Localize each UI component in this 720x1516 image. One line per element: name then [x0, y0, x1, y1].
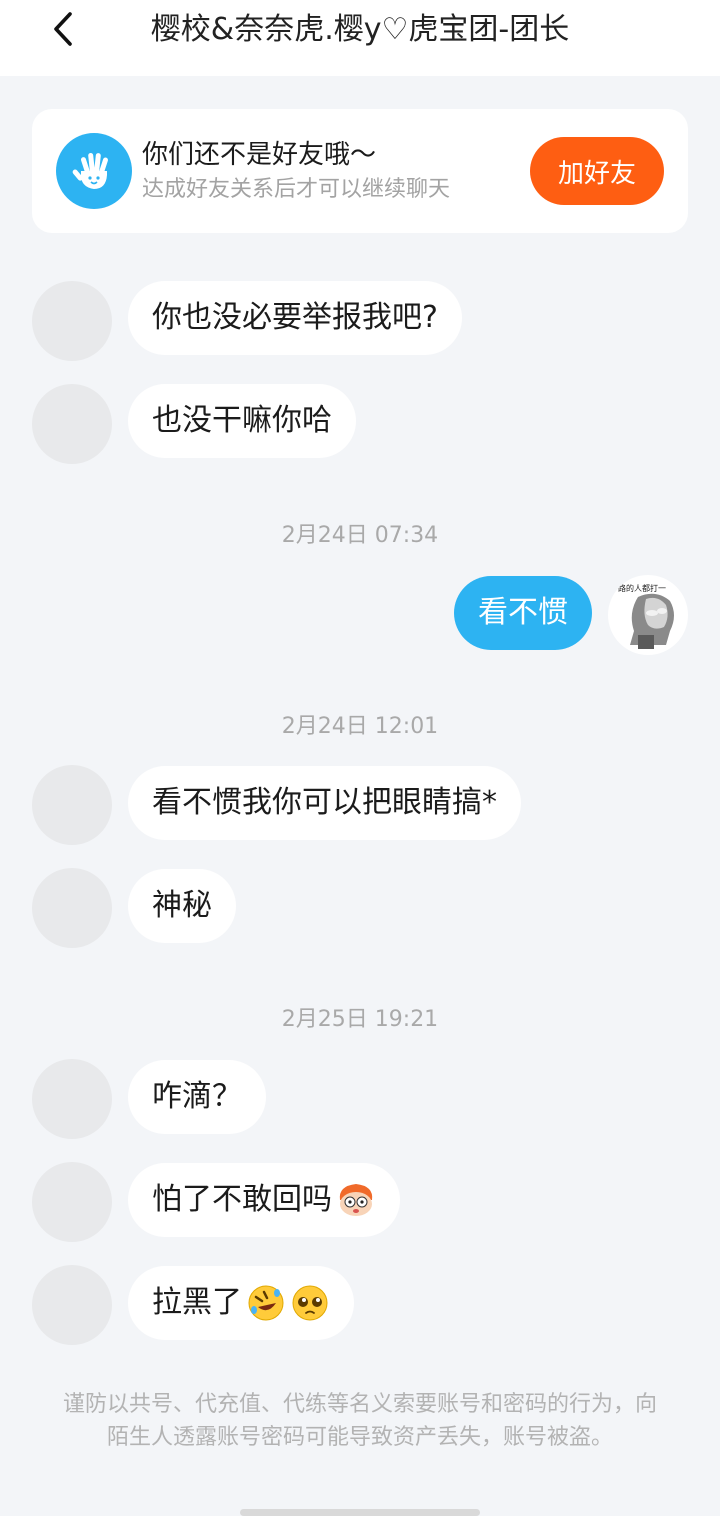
message-text: 怕了不敢回吗 — [152, 1182, 332, 1217]
message-bubble[interactable]: 也没干嘛你哈 — [128, 384, 356, 458]
message-bubble[interactable]: 看不惯我你可以把眼睛搞* — [128, 766, 521, 840]
not-friends-card: 你们还不是好友哦～ 达成好友关系后才可以继续聊天 加好友 — [32, 109, 688, 233]
message-bubble[interactable]: 怕了不敢回吗 — [128, 1163, 400, 1237]
security-warning: 谨防以共号、代充值、代练等名义索要账号和密码的行为，向陌生人透露账号密码可能导致… — [62, 1392, 657, 1450]
avatar[interactable] — [32, 281, 112, 361]
message-bubble[interactable]: 你也没必要举报我吧? — [128, 281, 462, 355]
message-bubble[interactable]: 拉黑了 — [128, 1266, 354, 1340]
avatar[interactable] — [32, 765, 112, 845]
pleading-face-emoji — [292, 1285, 328, 1321]
avatar[interactable] — [32, 868, 112, 948]
waving-hand-icon — [56, 133, 132, 209]
message-timestamp: 2月25日 19:21 — [281, 1007, 439, 1032]
message-bubble[interactable]: 神秘 — [128, 869, 236, 943]
home-indicator[interactable] — [240, 1509, 480, 1516]
avatar[interactable] — [32, 1162, 112, 1242]
chevron-left-icon — [54, 12, 72, 46]
avatar-self[interactable]: 路的人都打一 — [608, 575, 688, 655]
message-bubble-sent[interactable]: 看不惯 — [454, 576, 592, 650]
message-timestamp: 2月24日 12:01 — [281, 714, 439, 739]
header-bar: 樱校&奈奈虎.樱y♡虎宝团-团长 — [0, 0, 720, 76]
avatar[interactable] — [32, 384, 112, 464]
back-button[interactable] — [40, 6, 86, 52]
monkey-face-emoji — [339, 1184, 373, 1216]
not-friends-subtitle: 达成好友关系后才可以继续聊天 — [142, 177, 451, 202]
rolling-laughing-emoji — [248, 1285, 284, 1321]
add-friend-button[interactable]: 加好友 — [530, 137, 664, 205]
not-friends-title: 你们还不是好友哦～ — [142, 140, 377, 170]
message-timestamp: 2月24日 07:34 — [281, 523, 439, 548]
avatar[interactable] — [32, 1059, 112, 1139]
message-text: 拉黑了 — [152, 1285, 242, 1320]
message-bubble[interactable]: 咋滴？ — [128, 1060, 266, 1134]
chat-title: 樱校&奈奈虎.樱y♡虎宝团-团长 — [150, 12, 570, 47]
avatar[interactable] — [32, 1265, 112, 1345]
